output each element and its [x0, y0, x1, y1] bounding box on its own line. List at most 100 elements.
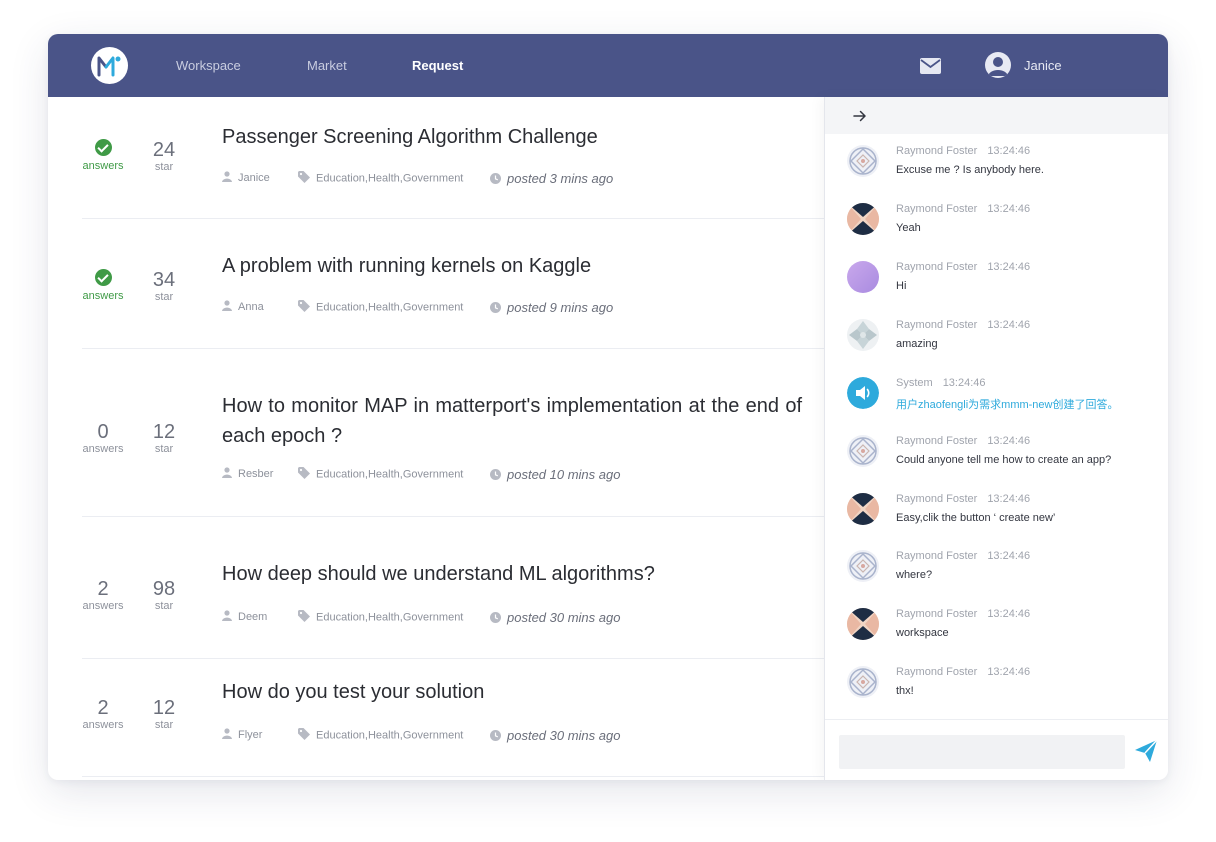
chat-avatar[interactable] [847, 203, 879, 235]
chat-sender-name[interactable]: Raymond Foster [896, 493, 977, 505]
chat-timestamp: 13:24:46 [987, 608, 1031, 620]
answers-count: answers [82, 139, 124, 173]
tag-icon [298, 728, 310, 743]
posted-time: posted 3 mins ago [507, 171, 614, 186]
speaker-icon[interactable] [847, 377, 879, 409]
chat-sender: Raymond Foster 13:24:46 [896, 203, 1030, 215]
chat-sender-name[interactable]: Raymond Foster [896, 319, 977, 331]
question-author[interactable]: Janice [238, 172, 270, 184]
send-icon[interactable] [1133, 738, 1159, 764]
chat-message-text: 用户zhaofengli为需求mmm-new创建了回答。 [896, 399, 1119, 411]
chat-header [825, 97, 1168, 134]
nav-request[interactable]: Request [412, 58, 463, 73]
question-author[interactable]: Anna [238, 301, 264, 313]
clock-icon [490, 730, 501, 744]
chat-avatar[interactable] [847, 261, 879, 293]
chat-timestamp: 13:24:46 [987, 319, 1031, 331]
nav-market[interactable]: Market [307, 58, 347, 73]
chat-sender-name[interactable]: Raymond Foster [896, 435, 977, 447]
question-row[interactable]: 0 answers 12 star How to monitor MAP in … [82, 349, 824, 517]
chat-timestamp: 13:24:46 [987, 550, 1031, 562]
chat-timestamp: 13:24:46 [987, 493, 1031, 505]
chat-sender-name[interactable]: Raymond Foster [896, 261, 977, 273]
question-tags[interactable]: Education,Health,Government [316, 611, 463, 623]
chat-sender: Raymond Foster 13:24:46 [896, 608, 1030, 620]
question-row[interactable]: 2 answers 98 star How deep should we und… [82, 517, 824, 659]
chat-avatar[interactable] [847, 493, 879, 525]
chat-message: Raymond Foster 13:24:46 Easy,clik the butt… [847, 493, 1157, 539]
chat-avatar[interactable] [847, 319, 879, 351]
chat-sender-name[interactable]: Raymond Foster [896, 608, 977, 620]
tag-icon [298, 300, 310, 315]
chat-message-text: thx! [896, 685, 914, 697]
chat-avatar[interactable] [847, 435, 879, 467]
chat-message: Raymond Foster 13:24:46 Excuse me ? Is any… [847, 145, 1157, 191]
posted-time: posted 10 mins ago [507, 467, 621, 482]
chat-sender-name[interactable]: Raymond Foster [896, 145, 977, 157]
chat-timestamp: 13:24:46 [942, 377, 986, 389]
star-count: 12 star [152, 697, 176, 731]
question-title[interactable]: How do you test your solution [222, 677, 802, 707]
chat-timestamp: 13:24:46 [987, 145, 1031, 157]
star-count: 24 star [152, 139, 176, 173]
app-logo[interactable] [91, 47, 128, 84]
chat-avatar[interactable] [847, 608, 879, 640]
chat-message: Raymond Foster 13:24:46 thx! [847, 666, 1157, 712]
question-title[interactable]: Passenger Screening Algorithm Challenge [222, 122, 802, 152]
chat-sender-name[interactable]: Raymond Foster [896, 550, 977, 562]
answers-count: answers [82, 269, 124, 303]
chat-message-text: Yeah [896, 222, 921, 234]
question-author[interactable]: Flyer [238, 729, 262, 741]
chat-sender: Raymond Foster 13:24:46 [896, 319, 1030, 331]
chat-message: Raymond Foster 13:24:46 workspace [847, 608, 1157, 654]
chat-sender: System 13:24:46 [896, 377, 986, 389]
chat-message: Raymond Foster 13:24:46 Could anyone tell … [847, 435, 1157, 481]
user-name[interactable]: Janice [1024, 58, 1062, 73]
collapse-arrow-icon[interactable] [851, 107, 869, 125]
star-count: 34 star [152, 269, 176, 303]
question-row[interactable]: answers 34 star A problem with running k… [82, 219, 824, 349]
chat-sender: Raymond Foster 13:24:46 [896, 145, 1030, 157]
mail-icon[interactable] [920, 58, 941, 79]
tag-icon [298, 610, 310, 625]
answers-count: 0 answers [82, 421, 124, 455]
posted-time: posted 9 mins ago [507, 300, 614, 315]
clock-icon [490, 302, 501, 316]
chat-message: System 13:24:46 用户zhaofengli为需求mmm-new创建了回… [847, 377, 1157, 423]
user-avatar[interactable] [985, 52, 1011, 78]
question-author[interactable]: Deem [238, 611, 267, 623]
chat-message-text: Excuse me ? Is anybody here. [896, 164, 1044, 176]
posted-time: posted 30 mins ago [507, 728, 621, 743]
user-icon [222, 728, 232, 742]
star-count: 98 star [152, 578, 176, 612]
chat-avatar[interactable] [847, 145, 879, 177]
chat-sender: Raymond Foster 13:24:46 [896, 666, 1030, 678]
chat-sender-name[interactable]: Raymond Foster [896, 666, 977, 678]
chat-input[interactable] [839, 735, 1125, 769]
question-title[interactable]: A problem with running kernels on Kaggle [222, 251, 802, 281]
chat-sender-name[interactable]: Raymond Foster [896, 203, 977, 215]
user-icon [222, 171, 232, 185]
chat-message: Raymond Foster 13:24:46 Yeah [847, 203, 1157, 249]
question-author[interactable]: Resber [238, 468, 273, 480]
question-tags[interactable]: Education,Health,Government [316, 172, 463, 184]
chat-message: Raymond Foster 13:24:46 where? [847, 550, 1157, 596]
question-row[interactable]: 2 answers 12 star How do you test your s… [82, 659, 824, 777]
nav-workspace[interactable]: Workspace [176, 58, 241, 73]
chat-message: Raymond Foster 13:24:46 amazing [847, 319, 1157, 365]
question-row[interactable]: answers 24 star Passenger Screening Algo… [82, 97, 824, 219]
question-title[interactable]: How deep should we understand ML algorit… [222, 559, 802, 589]
chat-avatar[interactable] [847, 550, 879, 582]
question-title[interactable]: How to monitor MAP in matterport's imple… [222, 391, 802, 451]
chat-sender-name[interactable]: System [896, 377, 933, 389]
clock-icon [490, 173, 501, 187]
question-tags[interactable]: Education,Health,Government [316, 729, 463, 741]
question-tags[interactable]: Education,Health,Government [316, 301, 463, 313]
user-icon [222, 467, 232, 481]
answered-check-icon [94, 139, 112, 156]
question-tags[interactable]: Education,Health,Government [316, 468, 463, 480]
chat-avatar[interactable] [847, 666, 879, 698]
posted-time: posted 30 mins ago [507, 610, 621, 625]
chat-timestamp: 13:24:46 [987, 203, 1031, 215]
star-count: 12 star [152, 421, 176, 455]
